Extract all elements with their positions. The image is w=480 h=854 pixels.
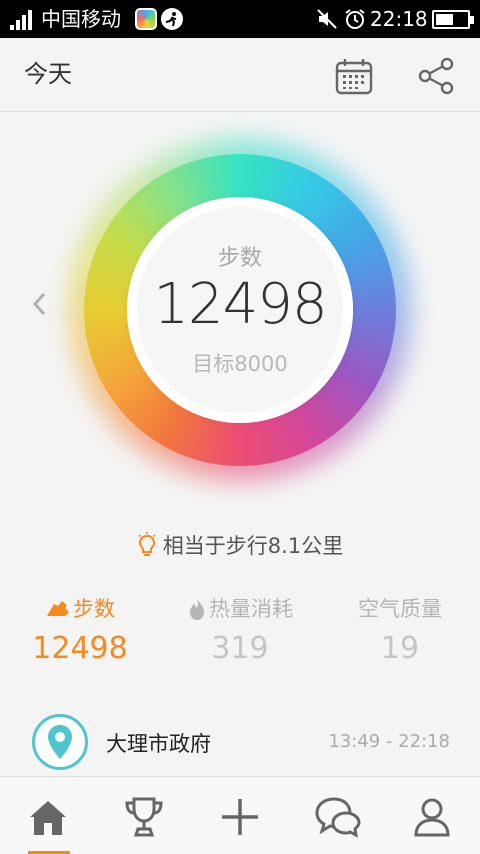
chat-icon	[315, 797, 361, 838]
location-name: 大理市政府	[106, 732, 211, 756]
stat-calories[interactable]: 热量消耗 319	[160, 594, 320, 674]
stat-steps-value: 12498	[32, 631, 128, 666]
nav-home[interactable]	[0, 777, 96, 854]
flame-icon	[190, 598, 204, 620]
lightbulb-icon	[138, 532, 156, 556]
step-progress-ring: 步数 12498 目标8000	[68, 138, 412, 482]
location-time-range: 13:49 - 22:18	[328, 731, 450, 752]
stat-steps[interactable]: 步数 12498	[0, 594, 160, 674]
calendar-icon	[335, 59, 373, 95]
home-icon	[30, 801, 66, 835]
bottom-navigation	[0, 776, 480, 854]
nav-messages[interactable]	[288, 777, 384, 854]
signal-icon	[10, 10, 32, 30]
steps-label: 步数	[217, 246, 262, 271]
calendar-button[interactable]	[334, 56, 374, 96]
nav-add[interactable]	[192, 777, 288, 854]
trophy-icon	[125, 797, 163, 837]
battery-icon	[432, 10, 474, 29]
alarm-icon	[345, 9, 365, 29]
location-pin-badge	[32, 714, 88, 770]
location-list-item[interactable]: 大理市政府 13:49 - 22:18	[0, 710, 480, 776]
stat-air-label: 空气质量	[358, 597, 442, 621]
share-button[interactable]	[416, 56, 456, 96]
mute-icon	[317, 9, 337, 29]
shoe-icon	[47, 601, 69, 616]
status-bar: 中国移动 22:18	[0, 0, 480, 38]
share-icon	[418, 57, 454, 95]
clock-time: 22:18	[370, 7, 428, 31]
top-header: 今天	[0, 38, 480, 112]
nav-achievements[interactable]	[96, 777, 192, 854]
stat-calories-value: 319	[211, 631, 269, 666]
nav-profile[interactable]	[384, 777, 480, 854]
location-pin-icon	[48, 725, 72, 759]
distance-equivalent: 相当于步行8.1公里	[0, 530, 480, 562]
distance-text: 相当于步行8.1公里	[162, 534, 344, 558]
plus-icon	[222, 799, 258, 835]
page-title: 今天	[24, 60, 72, 88]
steps-goal: 目标8000	[192, 352, 288, 376]
stat-air-quality[interactable]: 空气质量 19	[320, 594, 480, 674]
stat-calories-label: 热量消耗	[209, 597, 293, 621]
stat-steps-label: 步数	[73, 597, 115, 621]
sport-app-icon	[161, 8, 183, 30]
profile-icon	[414, 798, 450, 837]
carrier-name: 中国移动	[41, 7, 121, 31]
steps-count: 12498	[153, 272, 327, 337]
stat-air-value: 19	[380, 631, 420, 666]
previous-day-arrow-icon[interactable]	[30, 290, 50, 318]
app-notification-icon	[135, 8, 157, 30]
